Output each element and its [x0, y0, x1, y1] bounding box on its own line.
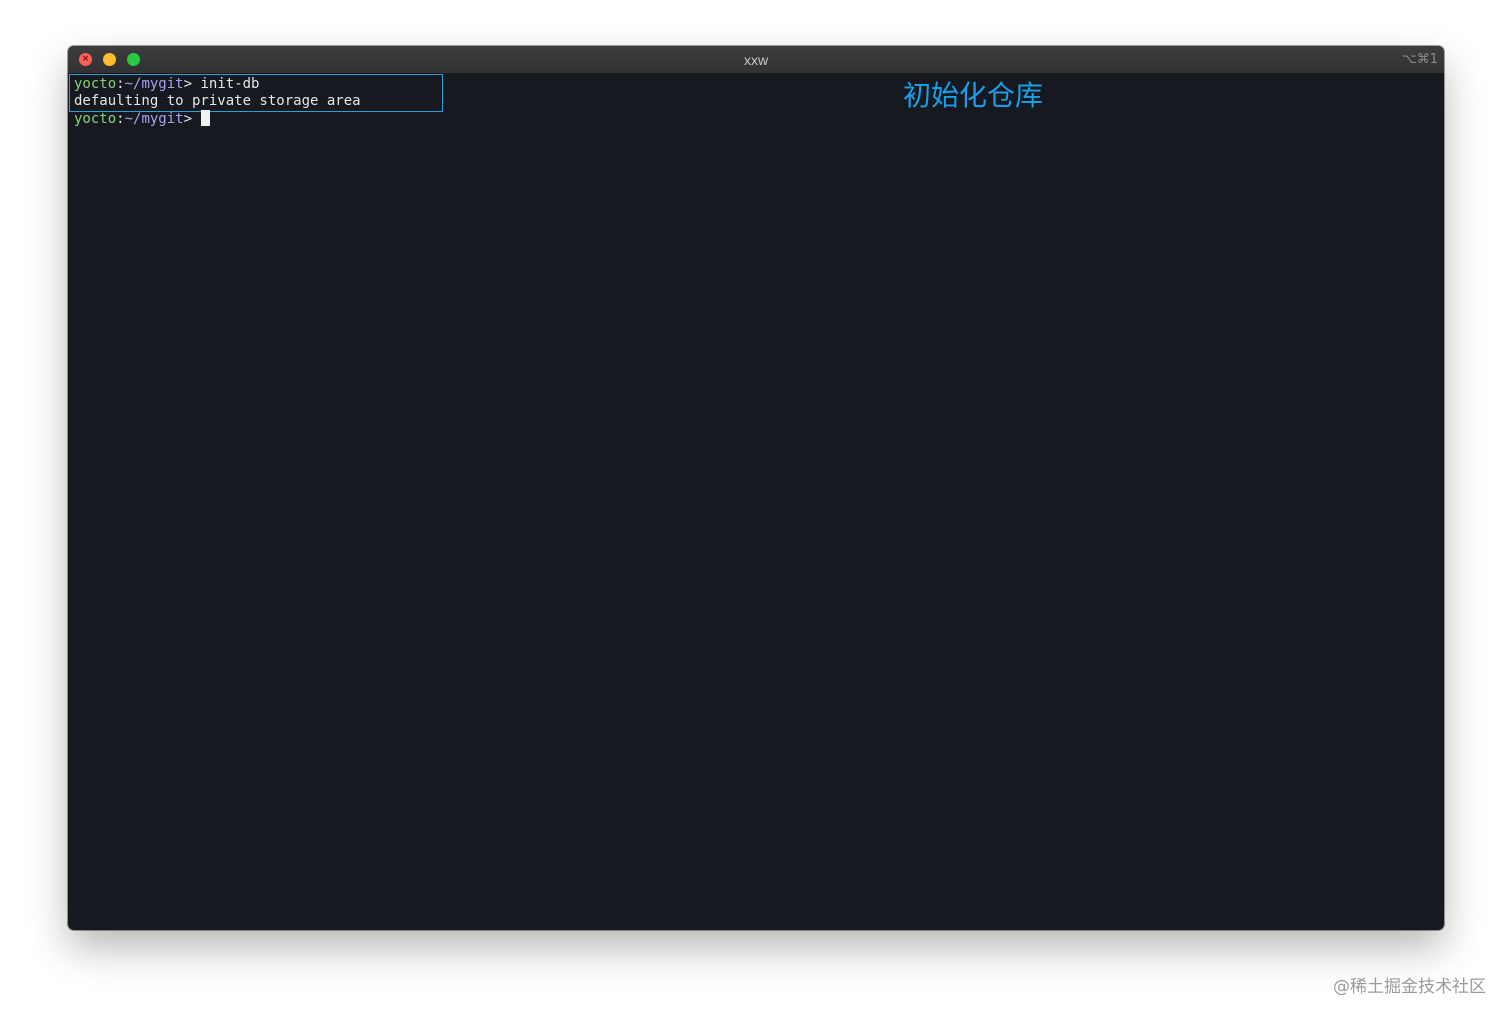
command-text: init-db — [192, 76, 260, 92]
minimize-button[interactable] — [103, 53, 116, 66]
prompt-host: yocto — [74, 76, 117, 92]
prompt-host: yocto — [74, 111, 117, 127]
terminal-window: xxw × ⌥⌘1 yocto:~/mygit> init-db default… — [68, 46, 1444, 930]
text-cursor — [201, 110, 211, 126]
zoom-button[interactable] — [127, 53, 140, 66]
prompt-symbol: > — [183, 111, 193, 127]
window-shortcut: ⌥⌘1 — [1401, 52, 1438, 67]
prompt-separator: : — [116, 111, 125, 127]
prompt-symbol: > — [183, 76, 193, 92]
window-title: xxw — [743, 52, 769, 68]
prompt-path: ~/mygit — [124, 76, 184, 92]
command-text — [192, 111, 200, 127]
terminal-line-prompt: yocto:~/mygit> — [74, 110, 211, 128]
watermark: @稀土掘金技术社区 — [1333, 977, 1486, 997]
terminal-line-output: defaulting to private storage area — [74, 93, 361, 109]
terminal-line-command: yocto:~/mygit> init-db — [74, 76, 259, 93]
title-bar[interactable]: xxw × ⌥⌘1 — [68, 46, 1444, 74]
annotation-label: 初始化仓库 — [903, 79, 1044, 112]
terminal-content[interactable]: yocto:~/mygit> init-db defaulting to pri… — [68, 74, 1444, 930]
prompt-path: ~/mygit — [124, 111, 184, 127]
close-button[interactable]: × — [79, 53, 92, 66]
close-icon: × — [81, 54, 90, 64]
prompt-separator: : — [116, 76, 125, 92]
